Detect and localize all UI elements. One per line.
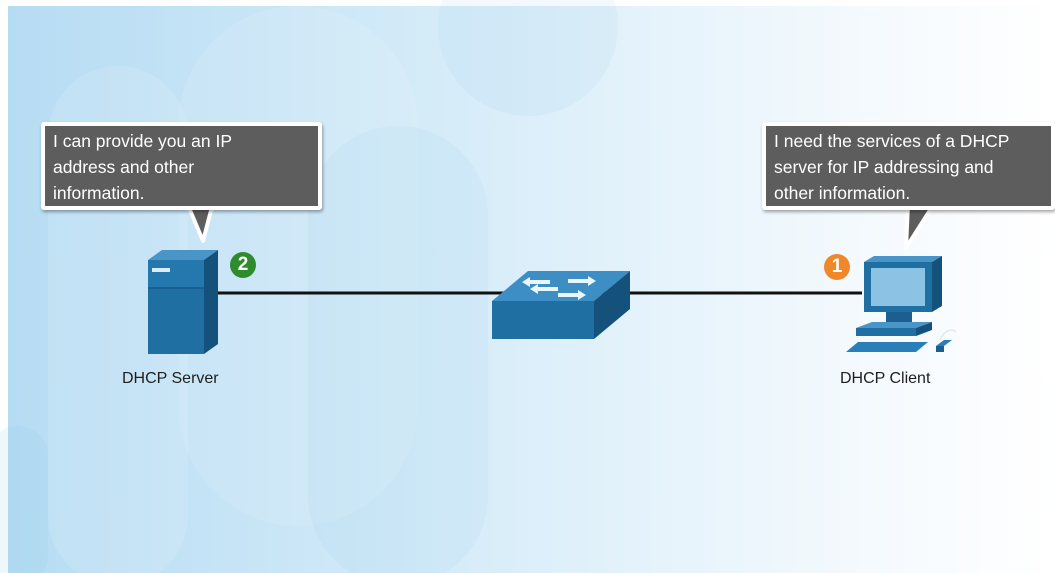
client-message-line: server for IP addressing and (774, 157, 994, 177)
client-speech-bubble: I need the services of a DHCP server for… (762, 122, 1055, 210)
server-icon (148, 250, 218, 354)
client-computer-icon (846, 256, 957, 352)
client-message-line: other information. (774, 183, 911, 203)
client-label: DHCP Client (840, 370, 931, 387)
client-message-line: I need the services of a DHCP (774, 131, 1010, 151)
dhcp-diagram: I can provide you an IP address and othe… (0, 0, 1055, 573)
step-2-badge: 2 (230, 252, 256, 278)
switch-icon (492, 271, 630, 339)
server-message-line: address and other (53, 157, 195, 177)
server-message-line: information. (53, 183, 145, 203)
client-bubble-tail (904, 198, 936, 250)
step-1-badge: 1 (824, 254, 850, 280)
server-speech-bubble: I can provide you an IP address and othe… (41, 122, 322, 210)
server-message-line: I can provide you an IP (53, 131, 232, 151)
server-label: DHCP Server (122, 370, 219, 387)
